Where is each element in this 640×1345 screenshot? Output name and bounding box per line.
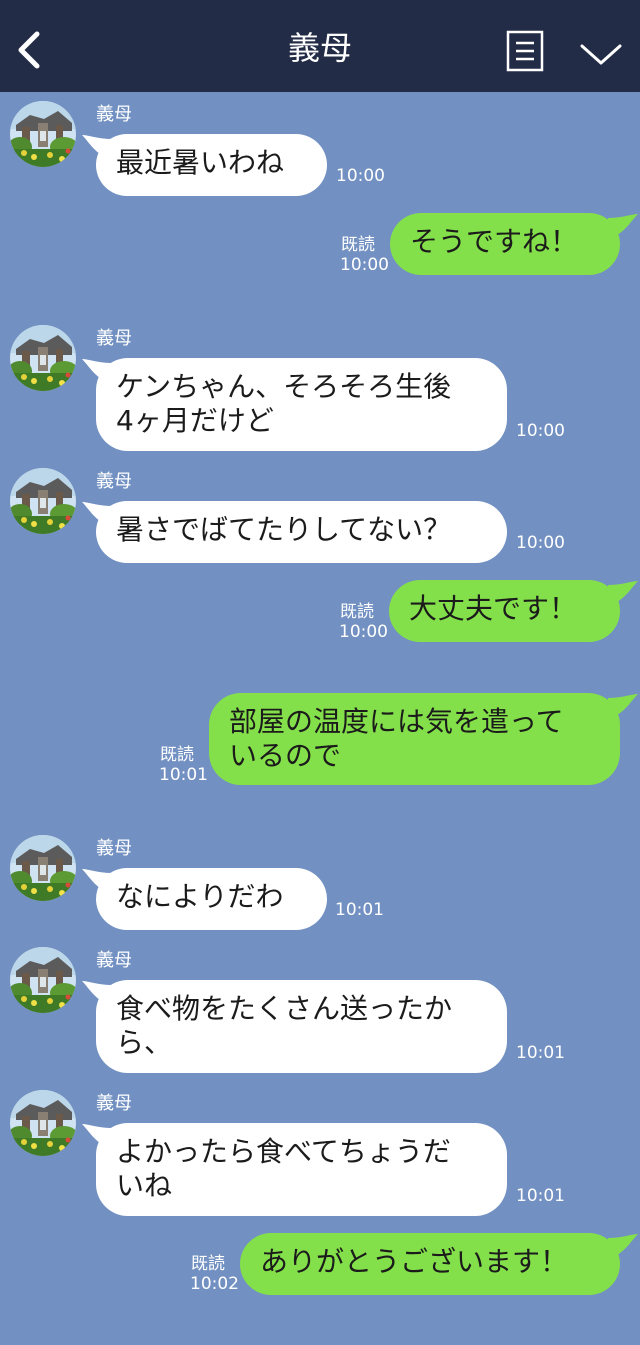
sender-name: 義母 <box>96 950 132 971</box>
message-bubble: なによりだわ <box>96 868 327 930</box>
read-receipt: 既読 <box>160 745 194 765</box>
message-bubble: ありがとうございます！ <box>240 1233 620 1295</box>
message-bubble: ケンちゃん、そろそろ生後 4ヶ月だけど <box>96 358 507 451</box>
message-time: 10:00 <box>339 622 388 642</box>
avatar[interactable] <box>10 101 76 167</box>
sender-name: 義母 <box>96 1093 132 1114</box>
message-bubble: 食べ物をたくさん送ったか ら、 <box>96 980 507 1073</box>
message-time: 10:00 <box>336 166 385 186</box>
message-time: 10:00 <box>516 533 565 553</box>
chat-header: 義母 <box>0 0 640 92</box>
read-receipt: 既読 <box>191 1254 225 1274</box>
sender-name: 義母 <box>96 471 132 492</box>
chat-title: 義母 <box>287 29 352 67</box>
message-bubble: 最近暑いわね <box>96 134 327 196</box>
message-time: 10:01 <box>516 1186 565 1206</box>
chevron-down-icon[interactable] <box>579 38 623 68</box>
chevron-left-icon[interactable] <box>12 28 46 72</box>
avatar[interactable] <box>10 325 76 391</box>
message-time: 10:00 <box>516 421 565 441</box>
message-time: 10:00 <box>340 255 389 275</box>
message-bubble: よかったら食べてちょうだ いね <box>96 1123 507 1216</box>
avatar[interactable] <box>10 468 76 534</box>
avatar[interactable] <box>10 835 76 901</box>
read-receipt: 既読 <box>340 602 374 622</box>
notes-icon[interactable] <box>506 30 544 74</box>
message-time: 10:01 <box>516 1043 565 1063</box>
message-bubble: そうですね！ <box>390 213 620 275</box>
read-receipt: 既読 <box>341 235 375 255</box>
sender-name: 義母 <box>96 104 132 125</box>
message-bubble: 暑さでばてたりしてない？ <box>96 501 507 563</box>
sender-name: 義母 <box>96 328 132 349</box>
avatar[interactable] <box>10 947 76 1013</box>
message-time: 10:02 <box>190 1274 239 1294</box>
message-time: 10:01 <box>335 900 384 920</box>
avatar[interactable] <box>10 1090 76 1156</box>
message-bubble: 部屋の温度には気を遣って いるので <box>209 693 620 785</box>
message-bubble: 大丈夫です！ <box>389 580 620 642</box>
message-time: 10:01 <box>159 765 208 785</box>
sender-name: 義母 <box>96 838 132 859</box>
